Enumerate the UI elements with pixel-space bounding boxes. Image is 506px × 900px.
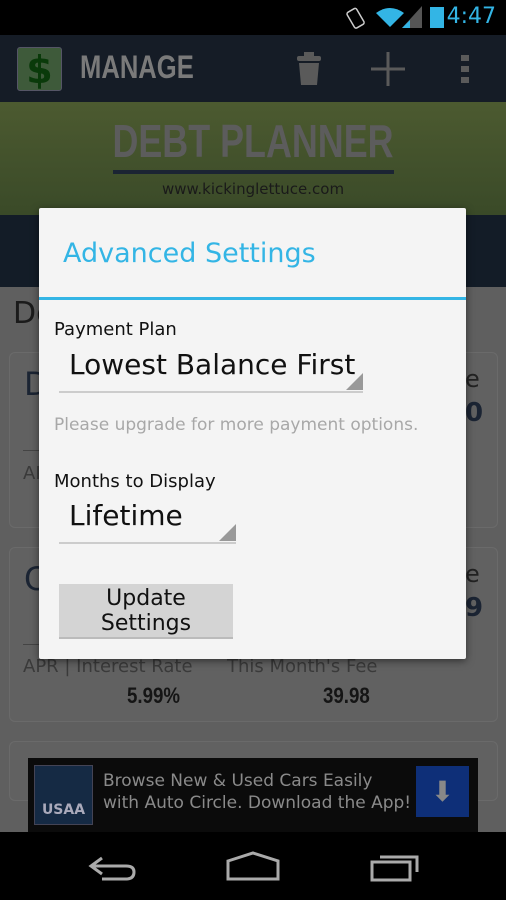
download-icon[interactable]: ⬇ (416, 766, 469, 817)
battery-icon (430, 7, 444, 28)
banner-title: DEBT PLANNER (112, 115, 394, 167)
months-value: Lifetime (69, 499, 183, 532)
add-icon[interactable] (371, 52, 405, 86)
months-spinner[interactable]: Lifetime (59, 499, 236, 544)
ad-banner[interactable]: USAA Browse New & Used Cars Easily with … (28, 758, 478, 832)
recent-apps-icon[interactable] (370, 852, 420, 882)
overflow-menu-icon[interactable] (461, 55, 469, 83)
fee-label: This Month's Fee (227, 656, 378, 677)
fee-value: 39.98 (323, 683, 370, 708)
trash-icon[interactable] (296, 52, 322, 86)
banner-underline (113, 170, 394, 174)
advanced-settings-dialog: Advanced Settings Payment Plan Lowest Ba… (39, 208, 466, 659)
usaa-logo: USAA (34, 765, 93, 825)
payment-plan-label: Payment Plan (54, 319, 177, 340)
dropdown-icon (346, 373, 363, 390)
balance-value: 0 (465, 398, 484, 428)
ad-text: Browse New & Used Cars Easily with Auto … (103, 771, 412, 813)
wifi-icon (376, 8, 404, 27)
update-settings-button[interactable]: Update Settings (59, 584, 233, 639)
upgrade-hint: Please upgrade for more payment options. (54, 415, 419, 435)
balance-value: 9 (465, 593, 484, 623)
clock: 4:47 (446, 4, 496, 29)
dropdown-icon (219, 524, 236, 541)
months-label: Months to Display (54, 471, 216, 492)
app-logo[interactable]: $ (17, 47, 62, 92)
action-bar-title: MANAGE (80, 49, 194, 85)
banner-website[interactable]: www.kickinglettuce.com (0, 180, 506, 198)
app-banner: DEBT PLANNER www.kickinglettuce.com (0, 102, 506, 215)
payment-plan-spinner[interactable]: Lowest Balance First (59, 348, 363, 393)
apr-value: 5.99% (127, 683, 181, 708)
action-bar: $ MANAGE (0, 35, 506, 102)
dialog-title-divider (39, 297, 466, 300)
payment-plan-value: Lowest Balance First (69, 348, 356, 381)
apr-label: APR | Interest Rate (23, 656, 193, 677)
back-icon[interactable] (88, 852, 138, 882)
signal-icon (402, 6, 422, 28)
status-bar: 4:47 (0, 0, 506, 35)
balance-label: e (465, 365, 480, 393)
balance-label: e (465, 560, 480, 588)
navigation-bar (0, 832, 506, 900)
dialog-title: Advanced Settings (63, 238, 316, 269)
home-icon[interactable] (226, 851, 280, 881)
vibrate-icon (346, 7, 365, 29)
